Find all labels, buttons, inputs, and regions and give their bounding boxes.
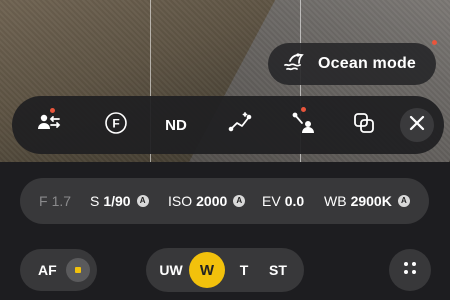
curve-edit-icon: [227, 110, 253, 141]
lens-uw-button[interactable]: UW: [158, 248, 184, 292]
more-options-button[interactable]: [389, 249, 431, 291]
camera-screen: Ocean mode F ND F 1.7 S 1/90 A ISO 2000 …: [0, 0, 450, 300]
setting-key: ISO: [168, 193, 193, 209]
lens-st-button[interactable]: ST: [266, 248, 290, 292]
lens-t-button[interactable]: T: [234, 248, 254, 292]
setting-value: 1/90: [103, 193, 131, 209]
notification-dot: [432, 40, 437, 45]
close-icon: [404, 110, 430, 141]
svg-text:F: F: [112, 116, 119, 130]
grid-dots-icon: [402, 260, 418, 281]
overlap-icon: [351, 110, 377, 141]
setting-value: 1.7: [51, 193, 72, 209]
setting-key: EV: [262, 193, 281, 209]
shutter-setting[interactable]: S 1/90 A: [90, 178, 149, 224]
ocean-mode-icon: [282, 50, 306, 79]
lens-selector: UW W T ST: [146, 248, 304, 292]
f-aperture-icon: F: [103, 110, 129, 141]
setting-value: 2000: [196, 193, 228, 209]
ev-setting[interactable]: EV 0.0: [262, 178, 304, 224]
auto-badge: A: [233, 195, 246, 207]
nd-filter-button[interactable]: ND: [160, 110, 192, 140]
picture-profile-button[interactable]: [34, 110, 64, 140]
exposure-settings-bar: F 1.7 S 1/90 A ISO 2000 A EV 0.0 WB 2900…: [20, 178, 429, 224]
aperture-setting[interactable]: F 1.7: [39, 178, 71, 224]
picture-profile-icon: [36, 110, 62, 141]
iso-setting[interactable]: ISO 2000 A: [168, 178, 246, 224]
aperture-f-button[interactable]: F: [101, 110, 131, 140]
ocean-mode-button[interactable]: Ocean mode: [268, 43, 436, 85]
auto-badge: A: [136, 195, 149, 207]
close-toolbar-button[interactable]: [400, 108, 434, 142]
lens-w-button[interactable]: W: [189, 252, 225, 288]
notification-dot: [301, 107, 306, 112]
white-balance-setting[interactable]: WB 2900K A: [324, 178, 410, 224]
setting-key: F: [39, 193, 48, 209]
curve-adjust-icon: [291, 110, 317, 141]
curve-adjust-button[interactable]: [289, 110, 319, 140]
overlap-button[interactable]: [349, 110, 379, 140]
af-label: AF: [38, 262, 57, 278]
setting-value: 2900K: [350, 193, 392, 209]
curve-edit-button[interactable]: [225, 110, 255, 140]
auto-badge: A: [397, 195, 410, 207]
setting-value: 0.0: [284, 193, 305, 209]
notification-dot: [50, 108, 55, 113]
af-indicator: [66, 258, 90, 282]
af-button[interactable]: AF: [20, 249, 97, 291]
pro-toolbar: F ND: [12, 96, 444, 154]
ocean-mode-label: Ocean mode: [318, 55, 417, 72]
setting-key: S: [90, 193, 100, 209]
setting-key: WB: [324, 193, 347, 209]
